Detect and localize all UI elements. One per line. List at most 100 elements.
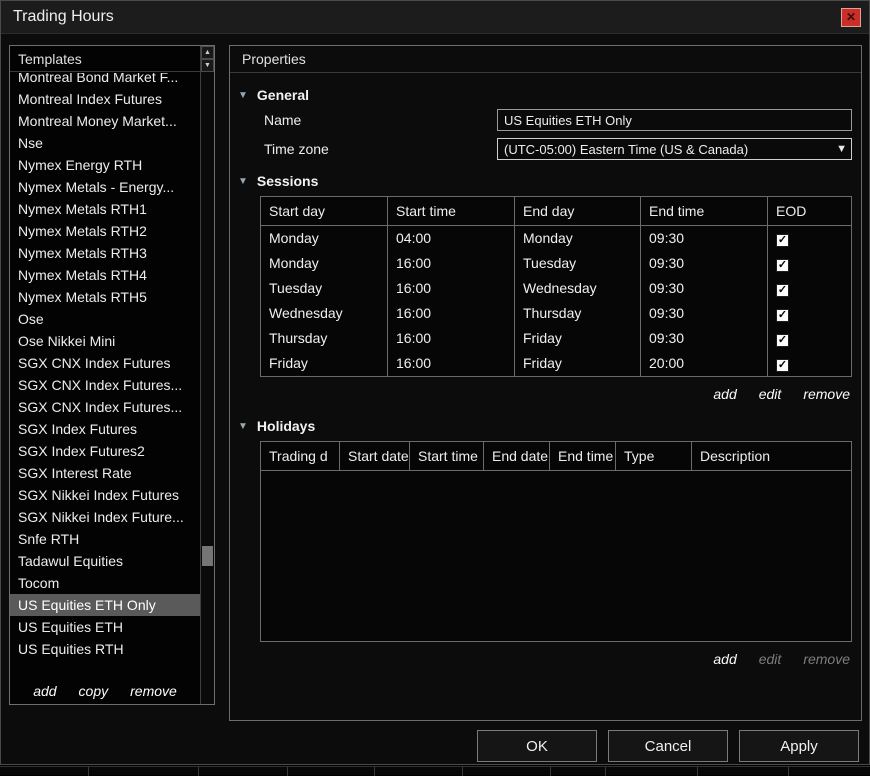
session-row[interactable]: Monday 04:00 Monday 09:30 ✓ xyxy=(261,226,851,251)
sessions-add-link[interactable]: add xyxy=(713,386,736,402)
sessions-section-label: Sessions xyxy=(256,173,319,189)
template-item[interactable]: Montreal Index Futures xyxy=(10,88,200,110)
templates-panel: Templates Montreal Bond Market F... Mont… xyxy=(9,45,215,705)
template-item[interactable]: Nymex Metals RTH4 xyxy=(10,264,200,286)
template-item[interactable]: US Equities RTH xyxy=(10,638,200,660)
column-header: End day xyxy=(515,197,641,225)
holidays-table-body xyxy=(261,471,851,641)
template-item[interactable]: Nymex Metals RTH1 xyxy=(10,198,200,220)
session-row[interactable]: Monday 16:00 Tuesday 09:30 ✓ xyxy=(261,251,851,276)
session-start-day: Friday xyxy=(261,351,388,376)
title-bar[interactable]: Trading Hours ✕ xyxy=(1,1,869,34)
session-row[interactable]: Thursday 16:00 Friday 09:30 ✓ xyxy=(261,326,851,351)
template-item[interactable]: SGX CNX Index Futures xyxy=(10,352,200,374)
template-item[interactable]: SGX Index Futures xyxy=(10,418,200,440)
templates-remove-link[interactable]: remove xyxy=(130,683,177,699)
session-row[interactable]: Tuesday 16:00 Wednesday 09:30 ✓ xyxy=(261,276,851,301)
column-header: Trading d xyxy=(261,442,340,470)
session-end-day: Wednesday xyxy=(515,276,641,301)
eod-checkbox[interactable]: ✓ xyxy=(776,309,789,322)
sessions-actions: add edit remove xyxy=(238,386,850,402)
ok-button[interactable]: OK xyxy=(477,730,597,762)
templates-header: Templates xyxy=(10,46,200,72)
eod-checkbox[interactable]: ✓ xyxy=(776,234,789,247)
template-item[interactable]: SGX Nikkei Index Futures xyxy=(10,484,200,506)
session-start-time: 16:00 xyxy=(388,351,515,376)
template-item[interactable]: SGX Index Futures2 xyxy=(10,440,200,462)
templates-actions: add copy remove xyxy=(10,677,200,704)
holidays-actions: add edit remove xyxy=(238,651,850,667)
session-end-day: Monday xyxy=(515,226,641,251)
properties-panel: Properties ▼ General Name Time zone (UTC… xyxy=(229,45,862,721)
column-header: Type xyxy=(616,442,692,470)
eod-checkbox[interactable]: ✓ xyxy=(776,284,789,297)
template-item[interactable]: SGX Interest Rate xyxy=(10,462,200,484)
template-item[interactable]: Snfe RTH xyxy=(10,528,200,550)
eod-checkbox[interactable]: ✓ xyxy=(776,259,789,272)
template-item[interactable]: Tadawul Equities xyxy=(10,550,200,572)
templates-add-link[interactable]: add xyxy=(33,683,56,699)
holidays-section-header[interactable]: ▼ Holidays xyxy=(238,418,852,434)
template-item[interactable]: US Equities ETH xyxy=(10,616,200,638)
timezone-dropdown[interactable]: (UTC-05:00) Eastern Time (US & Canada) ▼ xyxy=(497,138,852,160)
trading-hours-dialog: Trading Hours ✕ Templates Montreal Bond … xyxy=(0,0,870,765)
template-item[interactable]: Nymex Metals - Energy... xyxy=(10,176,200,198)
collapse-icon: ▼ xyxy=(238,89,248,101)
sessions-remove-link[interactable]: remove xyxy=(803,386,850,402)
column-header: Start day xyxy=(261,197,388,225)
column-header: End date xyxy=(484,442,550,470)
column-header: End time xyxy=(550,442,616,470)
session-end-day: Friday xyxy=(515,351,641,376)
template-item[interactable]: SGX Nikkei Index Future... xyxy=(10,506,200,528)
scroll-up-icon: ▲ xyxy=(204,49,211,56)
name-input[interactable] xyxy=(497,109,852,131)
sessions-edit-link[interactable]: edit xyxy=(759,386,782,402)
scroll-down-icon: ▼ xyxy=(204,62,211,69)
apply-button[interactable]: Apply xyxy=(739,730,859,762)
eod-checkbox[interactable]: ✓ xyxy=(776,359,789,372)
template-item[interactable]: Ose xyxy=(10,308,200,330)
template-item[interactable]: Montreal Bond Market F... xyxy=(10,73,200,88)
template-item[interactable]: Nymex Energy RTH xyxy=(10,154,200,176)
template-item[interactable]: Montreal Money Market... xyxy=(10,110,200,132)
session-eod-cell: ✓ xyxy=(768,226,851,251)
session-start-time: 16:00 xyxy=(388,251,515,276)
column-header: Description xyxy=(700,448,771,464)
scroll-down-button[interactable]: ▼ xyxy=(201,59,214,72)
template-item-selected[interactable]: US Equities ETH Only xyxy=(10,594,200,616)
template-item[interactable]: SGX CNX Index Futures... xyxy=(10,396,200,418)
general-section-label: General xyxy=(256,87,310,103)
session-start-day: Wednesday xyxy=(261,301,388,326)
session-start-time: 04:00 xyxy=(388,226,515,251)
template-item[interactable]: Nse xyxy=(10,132,200,154)
session-eod-cell: ✓ xyxy=(768,251,851,276)
scroll-up-button[interactable]: ▲ xyxy=(201,46,214,59)
session-end-day: Thursday xyxy=(515,301,641,326)
cancel-button[interactable]: Cancel xyxy=(608,730,728,762)
template-item[interactable]: Tocom xyxy=(10,572,200,594)
template-item[interactable]: Ose Nikkei Mini xyxy=(10,330,200,352)
template-item[interactable]: Nymex Metals RTH2 xyxy=(10,220,200,242)
timezone-label: Time zone xyxy=(264,141,329,157)
template-item[interactable]: Nymex Metals RTH5 xyxy=(10,286,200,308)
collapse-icon: ▼ xyxy=(238,420,248,432)
holidays-table: Trading d Start date Start time End date… xyxy=(260,441,852,642)
session-end-time: 20:00 xyxy=(641,351,768,376)
sessions-section-header[interactable]: ▼ Sessions xyxy=(238,173,852,189)
holidays-add-link[interactable]: add xyxy=(713,651,736,667)
templates-copy-link[interactable]: copy xyxy=(79,683,109,699)
session-row[interactable]: Friday 16:00 Friday 20:00 ✓ xyxy=(261,351,851,376)
session-end-day: Friday xyxy=(515,326,641,351)
close-button[interactable]: ✕ xyxy=(841,7,861,27)
template-item[interactable]: Nymex Metals RTH3 xyxy=(10,242,200,264)
session-end-time: 09:30 xyxy=(641,226,768,251)
session-end-time: 09:30 xyxy=(641,251,768,276)
template-item[interactable]: SGX CNX Index Futures... xyxy=(10,374,200,396)
templates-scrollbar[interactable]: ▲ ▼ xyxy=(200,46,214,704)
eod-checkbox[interactable]: ✓ xyxy=(776,334,789,347)
scrollbar-thumb[interactable] xyxy=(202,546,213,566)
column-header: Start date xyxy=(340,442,410,470)
session-end-time: 09:30 xyxy=(641,326,768,351)
session-row[interactable]: Wednesday 16:00 Thursday 09:30 ✓ xyxy=(261,301,851,326)
general-section-header[interactable]: ▼ General xyxy=(238,87,852,103)
